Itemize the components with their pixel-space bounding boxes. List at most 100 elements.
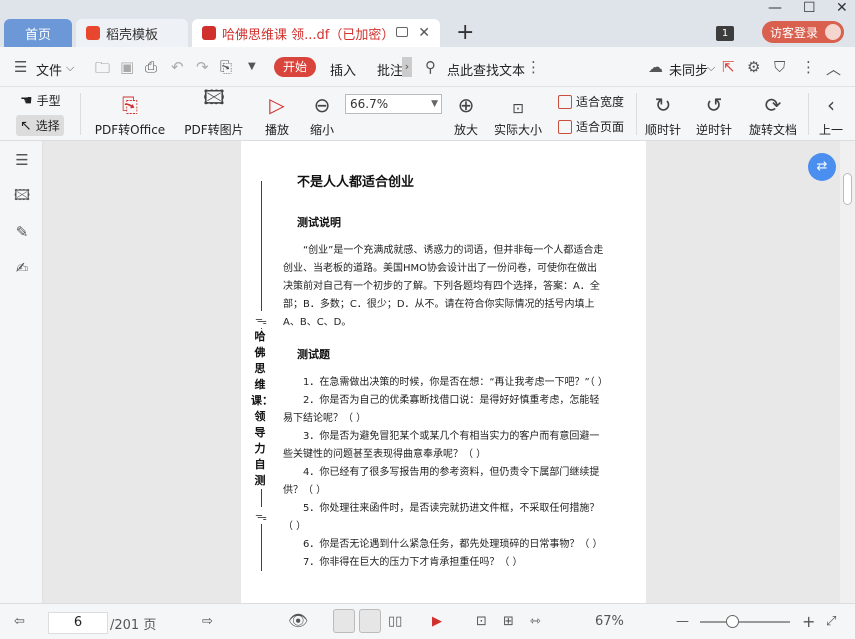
zoom-out-button[interactable]: ⊖ 缩小 — [306, 87, 338, 141]
settings-icon[interactable]: ⚙ — [747, 58, 760, 76]
previous-page-icon[interactable]: ⇦ — [14, 614, 25, 629]
search-text-button[interactable]: 点此查找文本 — [447, 60, 525, 79]
prev-page-button[interactable]: ‹ 上一 — [816, 87, 846, 141]
rotate-document-button[interactable]: ⟳ 旋转文档 — [746, 87, 800, 141]
single-page-view-button[interactable] — [333, 609, 355, 633]
pdf-icon — [202, 26, 216, 40]
actual-size-status-icon[interactable]: ⊡ — [476, 614, 487, 629]
menu-start[interactable]: 开始 — [274, 57, 316, 77]
fit-page-status-icon[interactable]: ⊞ — [503, 614, 514, 629]
tab-document[interactable]: 哈佛思维课 领...df（已加密） ✕ — [192, 19, 440, 47]
zoom-in-status-icon[interactable]: + — [802, 612, 815, 631]
more-options-icon[interactable]: ⋮ — [801, 58, 816, 76]
tab-home[interactable]: 首页 — [4, 19, 72, 47]
outline-icon[interactable]: ☰ — [13, 151, 31, 169]
rotate-counterclockwise-button[interactable]: ↺ 逆时针 — [695, 87, 733, 141]
tab-template[interactable]: 稻壳模板 — [76, 19, 188, 47]
zoom-slider-knob[interactable] — [726, 615, 739, 628]
zoom-in-button[interactable]: ⊕ 放大 — [450, 87, 482, 141]
question-item: 6．你是否无论遇到什么紧急任务，都先处理琐碎的日常事物？（ ） — [303, 539, 603, 550]
play-button[interactable]: ▷ 播放 — [260, 87, 294, 141]
zoom-out-icon: ⊖ — [313, 93, 331, 117]
close-tab-icon[interactable]: ✕ — [418, 25, 430, 41]
zoom-value: 66.7% — [350, 97, 389, 111]
left-sidebar: ☰ 🖾 ✎ ✍ — [0, 141, 43, 603]
question-item: 4．你已经有了很多写报告用的参考资料，但仍责令下属部门继续提供？（ ） — [283, 467, 600, 496]
zoom-in-icon: ⊕ — [457, 93, 475, 117]
new-tab-button[interactable]: + — [456, 20, 474, 45]
search-icon[interactable]: ⚲ — [425, 58, 436, 76]
pdf-to-image-button[interactable]: 🖾 PDF转图片 — [182, 85, 246, 141]
collapse-ribbon-icon[interactable]: ︿ — [826, 58, 841, 79]
rotate-clockwise-button[interactable]: ↻ 顺时针 — [644, 87, 682, 141]
fit-width-label: 适合宽度 — [576, 95, 625, 109]
fit-width-status-icon[interactable]: ⇿ — [530, 614, 541, 629]
skin-icon[interactable]: ⛉ — [774, 58, 785, 76]
more-dropdown-icon[interactable]: ▼ — [248, 61, 256, 72]
play-slideshow-icon[interactable]: ▶ — [432, 614, 442, 629]
cloud-sync-icon: ☁ — [648, 58, 663, 76]
export-icon[interactable]: ⎘ — [220, 58, 232, 76]
pdf-to-office-button[interactable]: ⎘ PDF转Office — [90, 87, 170, 141]
ribbon-scroll-right-icon[interactable]: › — [402, 57, 412, 77]
more-icon[interactable]: ⋮ — [526, 58, 541, 76]
open-folder-icon[interactable]: 🗀 — [95, 58, 110, 83]
signature-icon[interactable]: ✍ — [13, 259, 31, 277]
page-number-input[interactable]: 6 — [48, 612, 108, 634]
tab-home-label: 首页 — [24, 27, 51, 43]
zoom-dropdown-icon[interactable]: ▼ — [431, 95, 438, 113]
save-icon[interactable]: ▣ — [120, 58, 134, 76]
close-window-icon[interactable]: ✕ — [836, 0, 848, 16]
share-icon[interactable]: ⇱ — [722, 58, 735, 76]
pdf-to-office-icon: ⎘ — [122, 93, 138, 117]
sync-status[interactable]: 未同步 — [669, 60, 708, 79]
chevron-down-icon[interactable]: ⌵ — [66, 61, 74, 75]
annotation-pen-icon[interactable]: ✎ — [13, 223, 31, 241]
zoom-out-status-icon[interactable]: — — [676, 614, 689, 629]
eye-protection-icon[interactable]: 👁 — [288, 611, 308, 630]
pdf-to-office-label: PDF转Office — [94, 123, 166, 137]
divider — [808, 93, 809, 135]
hamburger-icon[interactable]: ☰ — [14, 58, 27, 76]
print-icon[interactable]: ⎙ — [145, 58, 157, 76]
floating-translate-button[interactable]: ⇄ — [808, 153, 836, 181]
scrollbar-thumb[interactable] — [843, 173, 852, 205]
status-bar: ⇦ 6 /201 页 ⇨ 👁 ▯▯ ▶ ⊡ ⊞ ⇿ 67% — + ⤢ — [0, 603, 855, 639]
fit-page-button[interactable]: 适合页面 — [558, 118, 624, 135]
question-item: 7．你非得在巨大的压力下才肯承担重任吗？（ ） — [303, 557, 523, 568]
menu-insert[interactable]: 插入 — [330, 60, 356, 79]
rotate-doc-label: 旋转文档 — [748, 123, 797, 137]
total-pages: /201 页 — [110, 618, 157, 633]
maximize-icon[interactable]: ☐ — [803, 0, 816, 16]
actual-size-icon: ⊡ — [512, 101, 524, 117]
minimize-icon[interactable]: — — [768, 0, 782, 16]
fit-width-icon — [558, 94, 572, 109]
actual-size-button[interactable]: ⊡ 实际大小 — [491, 87, 545, 141]
fit-page-label: 适合页面 — [576, 120, 625, 134]
avatar-icon — [825, 24, 841, 40]
undo-icon[interactable]: ↶ — [171, 58, 184, 76]
tab-bar: 首页 稻壳模板 哈佛思维课 领...df（已加密） ✕ + — ☐ ✕ 1 访客… — [0, 0, 855, 47]
next-page-icon[interactable]: ⇨ — [202, 614, 213, 629]
visitor-login-button[interactable]: 访客登录 — [762, 21, 844, 43]
vertical-scrollbar[interactable] — [840, 141, 855, 603]
intro-paragraph: “创业”是一个充满成就感、诱惑力的词语，但并非每一个人都适合走创业、当老板的道路… — [283, 245, 604, 328]
ribbon: ☚ 手型 ↖ 选择 ⎘ PDF转Office 🖾 PDF转图片 ▷ 播放 ⊖ 缩… — [0, 85, 855, 141]
redo-icon[interactable]: ↷ — [196, 58, 209, 76]
window-icon[interactable] — [396, 27, 408, 37]
zoom-select[interactable]: 66.7% ▼ — [345, 94, 442, 114]
menu-annotate[interactable]: 批注 — [377, 60, 403, 79]
play-label: 播放 — [264, 123, 289, 137]
two-page-view-icon[interactable]: ▯▯ — [388, 614, 402, 629]
hand-tool-button[interactable]: ☚ 手型 — [20, 92, 61, 109]
sync-dropdown-icon[interactable]: ⌵ — [707, 61, 715, 75]
fit-width-button[interactable]: 适合宽度 — [558, 93, 624, 110]
thumbnail-icon[interactable]: 🖾 — [13, 186, 31, 204]
menu-file[interactable]: 文件 — [36, 60, 62, 79]
zoom-slider[interactable] — [700, 615, 790, 628]
select-tool-button[interactable]: ↖ 选择 — [16, 115, 64, 136]
rotate-ccw-label: 逆时针 — [695, 123, 732, 137]
continuous-view-button[interactable] — [359, 609, 381, 633]
fullscreen-icon[interactable]: ⤢ — [826, 614, 836, 629]
pdf-to-image-label: PDF转图片 — [184, 123, 244, 137]
